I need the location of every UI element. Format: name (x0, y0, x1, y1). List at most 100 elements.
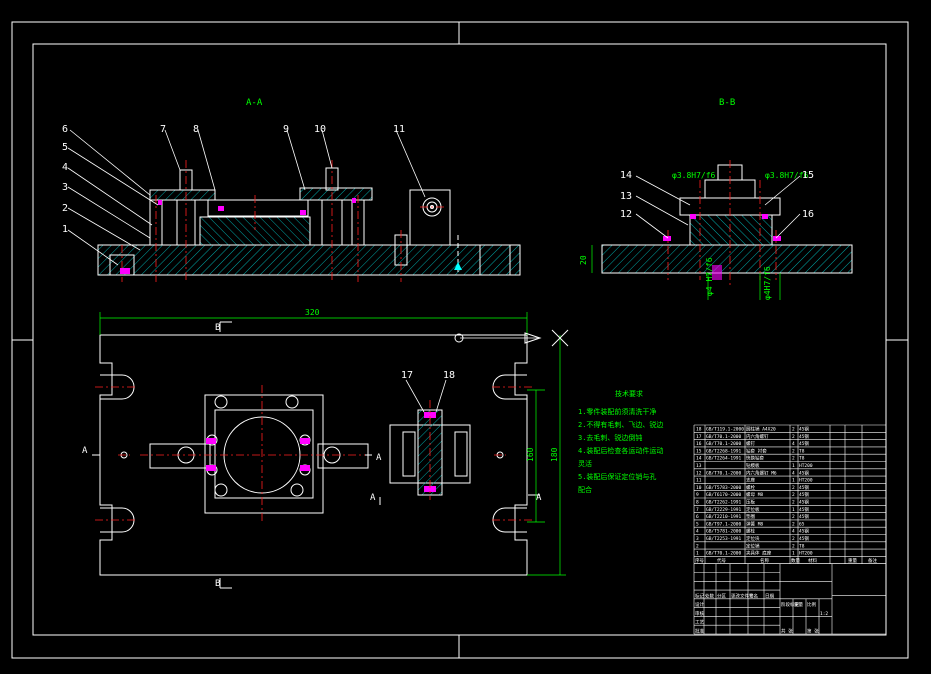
notes-line-6: 5.装配后保证定位销与孔 (578, 472, 656, 481)
bom-code: GB/T6170-2000 (706, 492, 742, 498)
title-cell-15: 1:2 (820, 611, 828, 617)
title-cell-2: 分区 (717, 592, 726, 599)
balloon-5: 5 (62, 142, 68, 153)
bb-base-plate (601, 244, 853, 274)
bom-code: GB/T2229-1991 (706, 507, 742, 513)
bom-name: 内六角螺钉 (746, 433, 769, 440)
bom-no: 12 (696, 470, 702, 476)
bom-code: GB/T2210-1991 (706, 514, 742, 520)
dim-width-outer: 180 (550, 447, 559, 462)
section-bb-view: φ3.8H7/f6 φ3.8H7/f6 φ4 H7/f6 φ4H7/f6 20 … (579, 160, 853, 300)
bom-header-6: 备注 (868, 557, 877, 564)
balloon-3: 3 (62, 182, 68, 193)
fit-bottom-left: φ4 H7/f6 (705, 257, 714, 296)
bom-name: 垫圈 (746, 513, 755, 520)
bom-code: GB/T2264-1991 (706, 456, 742, 462)
upper-block-section (199, 216, 311, 246)
title-cell-12: 比例 (807, 601, 816, 608)
balloon-1: 1 (62, 224, 68, 235)
bom-name: 钻套 衬套 (746, 447, 767, 454)
marker-a-bottom: A (370, 493, 376, 503)
bom-qty: 2 (792, 492, 795, 498)
bom-qty: 2 (792, 434, 795, 440)
bom-qty: 1 (792, 463, 795, 469)
bom-code: GB/T70.1-2000 (706, 441, 742, 447)
bom-no: 10 (696, 485, 702, 491)
bom-no: 11 (696, 478, 702, 484)
dim-length: 320 (305, 308, 320, 317)
notes-line-2: 2.不得有毛刺、飞边、锐边 (578, 420, 663, 429)
plan-view: 17 18 B B A A A A 320 160 180 (82, 308, 569, 589)
bom-qty: 4 (792, 529, 795, 535)
balloon-8: 8 (193, 124, 199, 135)
title-cell-8: 工艺 (695, 620, 704, 626)
bom-name: 钻模板 (746, 462, 760, 469)
balloon-6: 6 (62, 124, 68, 135)
bom-material: 45钢 (799, 506, 809, 513)
bom-no: 1 (696, 551, 699, 557)
bom-material: HT200 (799, 478, 813, 484)
bom-header-0: 序号 (695, 557, 704, 564)
bom-material: HT200 (799, 551, 813, 557)
bom-material: 45钢 (799, 499, 809, 506)
bom-qty: 1 (792, 507, 795, 513)
bom-qty: 1 (792, 478, 795, 484)
title-cell-14: 第 张 (807, 628, 819, 635)
title-cell-9: 批准 (695, 628, 704, 635)
bom-no: 15 (696, 448, 702, 454)
bom-no: 5 (696, 521, 699, 527)
notes-line-4: 4.装配后检查各运动件运动 (578, 446, 663, 455)
bom-material: 45钢 (799, 491, 809, 498)
bom-name: 夹具体 底座 (746, 550, 772, 557)
fit-left-top: φ3.8H7/f6 (672, 171, 716, 180)
bom-code: GB/T5781-2000 (706, 529, 742, 535)
title-cell-7: 审核 (695, 610, 704, 617)
bom-material: 45钢 (799, 513, 809, 520)
dim-height: 20 (579, 255, 588, 265)
drawing-canvas: A-A B-B 1 2 3 4 5 6 7 8 9 10 11 φ3.8H7/f… (11, 21, 909, 659)
bom-header-3: 数量 (791, 557, 800, 564)
bom-material: T8 (799, 448, 805, 454)
marker-a-mid: A (376, 453, 382, 463)
bom-no: 13 (696, 463, 702, 469)
bom-qty: 4 (792, 441, 795, 447)
balloon-11: 11 (393, 124, 405, 135)
sheet-frame (11, 21, 909, 659)
marker-b-bottom: B (215, 579, 220, 589)
fit-bottom-right: φ4H7/f6 (763, 266, 772, 300)
title-cell-11: 重量 (794, 601, 803, 608)
bom-name: 定位板 (746, 506, 760, 513)
bom-header-1: 代号 (717, 557, 726, 564)
bom-name: 内六角螺钉 M6 (746, 469, 777, 476)
bom-name: 定位销 (746, 542, 760, 549)
section-aa-view: 1 2 3 4 5 6 7 8 9 10 11 (62, 124, 521, 282)
bom-qty: 2 (792, 456, 795, 462)
bom-no: 14 (696, 456, 702, 462)
view-title-aa: A-A (246, 98, 263, 108)
bom-material: 45钢 (799, 469, 809, 476)
balloon-14: 14 (620, 170, 632, 181)
balloon-4: 4 (62, 162, 68, 173)
bom-material: HT200 (799, 463, 813, 469)
balloon-13: 13 (620, 191, 632, 202)
bom-qty: 2 (792, 543, 795, 549)
bom-name: 螺钉 (746, 440, 755, 447)
bom-code: GB/T70.1-2000 (706, 434, 742, 440)
bom-qty: 2 (792, 514, 795, 520)
bom-qty: 2 (792, 536, 795, 542)
title-cell-1: 处数 (705, 592, 714, 599)
bom-code: GB/T70.1-2000 (706, 551, 742, 557)
bom-name: 螺母 M8 (746, 491, 763, 498)
bom-material: 45钢 (799, 433, 809, 440)
bom-name: 螺栓 (746, 484, 755, 491)
bom-header-4: 材料 (808, 557, 817, 564)
bom-code: GB/T70.1-2000 (706, 470, 742, 476)
title-cell-5: 日期 (765, 593, 774, 599)
bom-qty: 2 (792, 500, 795, 506)
bom-material: 45钢 (799, 426, 809, 433)
bom-text: 18 GB/T119.1-2000 圆柱销 A4X20 2 45钢17 GB/T70.1-… (695, 426, 877, 564)
bom-code: GB/T5783-2000 (706, 485, 742, 491)
notes-line-5: 灵活 (578, 459, 592, 468)
bom-no: 7 (696, 507, 699, 513)
notes-line-7: 配合 (578, 485, 592, 494)
